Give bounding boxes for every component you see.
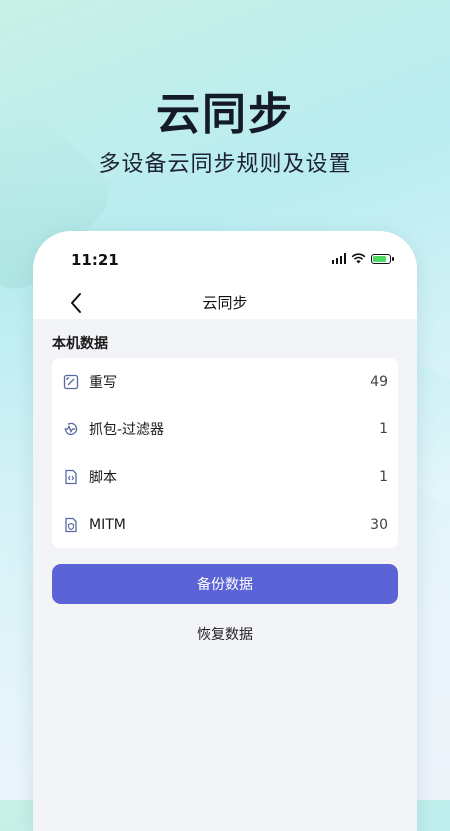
navigation-bar: 云同步: [33, 287, 417, 321]
list-item-label: MITM: [89, 516, 126, 533]
filter-icon: [64, 422, 78, 435]
list-item-script[interactable]: 脚本 1: [52, 453, 398, 500]
battery-charging-icon: [371, 253, 394, 264]
wifi-icon: [351, 253, 366, 264]
status-icons: [331, 253, 394, 264]
list-item-filter[interactable]: 抓包-过滤器 1: [52, 405, 398, 452]
nav-title: 云同步: [202, 294, 248, 312]
list-item-label: 抓包-过滤器: [89, 421, 165, 438]
section-title: 本机数据: [52, 336, 108, 352]
script-file-icon: [65, 469, 77, 484]
list-item-count: 30: [370, 516, 388, 533]
shield-file-icon: [65, 517, 77, 532]
content-area: 本机数据 重写 49 抓包-过滤器 1 脚本 1 MITM 30 备份数据 恢复…: [33, 319, 417, 831]
rewrite-icon: [63, 374, 79, 389]
phone-frame: 11:21 云同步 本机数据 重写 49 抓包-过滤器 1 脚本 1 MITM …: [33, 231, 417, 831]
cellular-signal-icon: [331, 253, 346, 264]
list-item-label: 脚本: [89, 469, 117, 486]
list-item-count: 1: [379, 420, 388, 437]
list-item-mitm[interactable]: MITM 30: [52, 501, 398, 548]
backup-data-button[interactable]: 备份数据: [52, 564, 398, 604]
list-item-count: 1: [379, 468, 388, 485]
status-bar: 11:21: [33, 231, 417, 287]
list-item-rewrite[interactable]: 重写 49: [52, 358, 398, 405]
local-data-list: 重写 49 抓包-过滤器 1 脚本 1 MITM 30: [52, 358, 398, 548]
hero-title: 云同步: [156, 89, 294, 140]
restore-data-button[interactable]: 恢复数据: [33, 624, 417, 644]
list-item-label: 重写: [89, 374, 117, 391]
list-item-count: 49: [370, 373, 388, 390]
status-time: 11:21: [71, 251, 119, 269]
hero-subtitle: 多设备云同步规则及设置: [98, 152, 352, 177]
